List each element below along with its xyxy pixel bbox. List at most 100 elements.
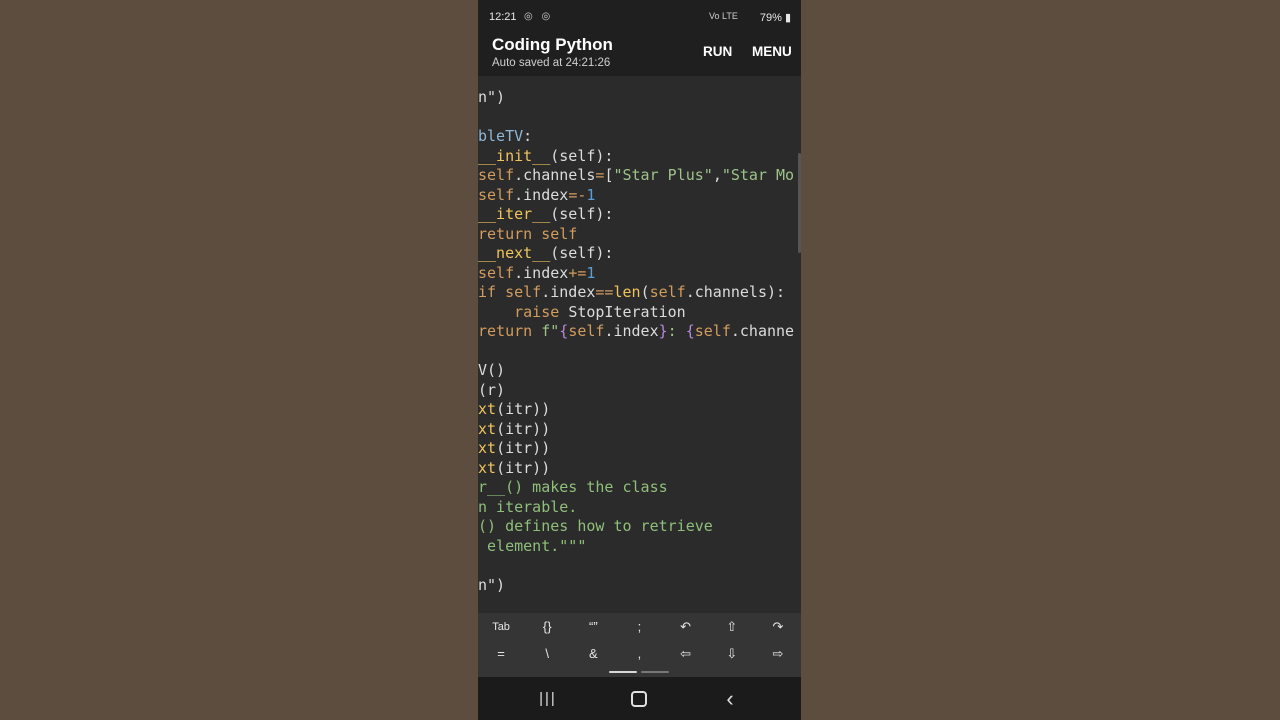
page-indicator-active: [609, 671, 637, 673]
phone-screen: 12:21 ◎ ◎ Vo LTE 79% ▮ Coding Python Aut…: [478, 0, 801, 720]
code-token: (itr)): [496, 400, 551, 418]
code-token: .index: [514, 185, 569, 204]
code-token: f": [541, 322, 560, 340]
code-line[interactable]: n"): [478, 88, 794, 108]
code-token: self: [478, 263, 515, 282]
code-line[interactable]: () defines how to retrieve: [478, 517, 794, 537]
ampersand-key[interactable]: &: [570, 641, 616, 667]
code-token: return: [478, 322, 542, 340]
code-token: len: [613, 283, 641, 301]
editor-scrollbar[interactable]: [798, 153, 801, 253]
arrow-down-key[interactable]: ⇩: [709, 641, 755, 667]
code-token: return self: [478, 224, 578, 243]
code-token: (self):: [550, 205, 614, 223]
code-token: V(): [478, 361, 506, 379]
tab-key[interactable]: Tab: [478, 614, 524, 640]
code-line[interactable]: self.channels=["Star Plus","Star Mo: [478, 166, 794, 186]
page-indicator-inactive: [641, 671, 669, 673]
code-line[interactable]: return self: [478, 225, 794, 245]
code-token: n"): [478, 88, 506, 106]
code-line[interactable]: raise StopIteration: [478, 303, 794, 323]
code-token: (self):: [550, 146, 614, 165]
code-token: .channels):: [685, 283, 786, 301]
code-token: __next__: [478, 244, 551, 262]
code-token: .index: [541, 283, 596, 301]
home-icon[interactable]: [619, 677, 659, 720]
code-token: if: [478, 283, 506, 301]
recents-icon[interactable]: |||: [528, 677, 568, 720]
code-line[interactable]: if self.index==len(self.channels):: [478, 283, 794, 303]
equals-key[interactable]: =: [478, 641, 524, 667]
extra-keys-row-2: = \ &, ⇦ ⇩ ⇨: [478, 641, 801, 667]
code-token: n iterable.: [478, 497, 578, 516]
code-token: xt: [478, 419, 497, 438]
semicolon-key[interactable]: ;: [616, 614, 662, 640]
code-line[interactable]: __init__(self):: [478, 147, 794, 167]
code-token: r__() makes the class: [478, 478, 668, 496]
extra-keys-row-1: Tab{} “”; ↶ ⇧ ↷: [478, 614, 801, 640]
arrow-left-key[interactable]: ⇦: [663, 641, 709, 667]
code-text[interactable]: n") bleTV: __init__(self): self.channels=["…: [478, 88, 794, 595]
code-token: (: [640, 283, 650, 301]
code-token: bleTV: [478, 127, 524, 145]
code-token: xt: [478, 400, 497, 418]
code-token: ==: [595, 283, 614, 301]
code-token: xt: [478, 458, 497, 477]
code-line[interactable]: n iterable.: [478, 498, 794, 518]
code-editor[interactable]: n") bleTV: __init__(self): self.channels=["…: [478, 76, 801, 613]
code-line[interactable]: xt(itr)): [478, 439, 794, 459]
code-token: self: [694, 322, 731, 340]
braces-key[interactable]: {}: [524, 614, 570, 640]
code-token: self: [505, 283, 542, 301]
code-line[interactable]: self.index+=1: [478, 264, 794, 284]
code-line[interactable]: return f"{self.index}: {self.channe: [478, 322, 794, 342]
redo-key[interactable]: ↷: [755, 614, 801, 640]
code-token: (itr)): [496, 458, 551, 477]
code-token: 1: [586, 185, 596, 204]
code-line[interactable]: [478, 556, 794, 576]
app-title: Coding Python: [492, 35, 613, 54]
app-bar: Coding Python Auto saved at 24:21:26 RUN…: [478, 34, 801, 76]
network-indicator: Vo LTE: [709, 11, 738, 21]
code-line[interactable]: __iter__(self):: [478, 205, 794, 225]
code-line[interactable]: xt(itr)): [478, 459, 794, 479]
code-line[interactable]: __next__(self):: [478, 244, 794, 264]
code-line[interactable]: element.""": [478, 537, 794, 557]
back-icon[interactable]: ‹: [710, 677, 750, 720]
code-line[interactable]: (r): [478, 381, 794, 401]
code-token: self: [649, 283, 686, 301]
code-token: {: [685, 322, 695, 340]
code-line[interactable]: xt(itr)): [478, 420, 794, 440]
comma-key[interactable]: ,: [616, 641, 662, 667]
code-token: self: [568, 322, 605, 340]
code-token: :: [667, 322, 686, 340]
code-token: {: [559, 322, 569, 340]
backslash-key[interactable]: \: [524, 641, 570, 667]
code-token: () defines how to retrieve: [478, 517, 713, 535]
status-time: 12:21: [489, 11, 517, 23]
code-token: .index: [514, 263, 569, 282]
code-line[interactable]: n"): [478, 576, 794, 596]
status-bar: 12:21 ◎ ◎ Vo LTE 79% ▮: [478, 0, 801, 34]
code-line[interactable]: [478, 342, 794, 362]
arrow-right-key[interactable]: ⇨: [755, 641, 801, 667]
code-line[interactable]: [478, 108, 794, 128]
code-token: .index: [604, 322, 659, 340]
code-line[interactable]: xt(itr)): [478, 400, 794, 420]
code-token: __init__: [478, 146, 551, 165]
shift-key[interactable]: ⇧: [709, 614, 755, 640]
code-token: self: [478, 166, 515, 184]
code-line[interactable]: V(): [478, 361, 794, 381]
code-token: "Star Mo: [721, 166, 795, 184]
code-token: 1: [586, 263, 596, 282]
code-line[interactable]: self.index=-1: [478, 186, 794, 206]
quotes-key[interactable]: “”: [570, 614, 616, 640]
code-line[interactable]: r__() makes the class: [478, 478, 794, 498]
keys-page-indicator: [609, 671, 669, 673]
menu-button[interactable]: MENU: [752, 44, 792, 59]
code-line[interactable]: bleTV:: [478, 127, 794, 147]
run-button[interactable]: RUN: [703, 44, 732, 59]
code-token: (itr)): [496, 419, 551, 438]
undo-key[interactable]: ↶: [663, 614, 709, 640]
code-token: "Star Plus": [613, 166, 713, 184]
